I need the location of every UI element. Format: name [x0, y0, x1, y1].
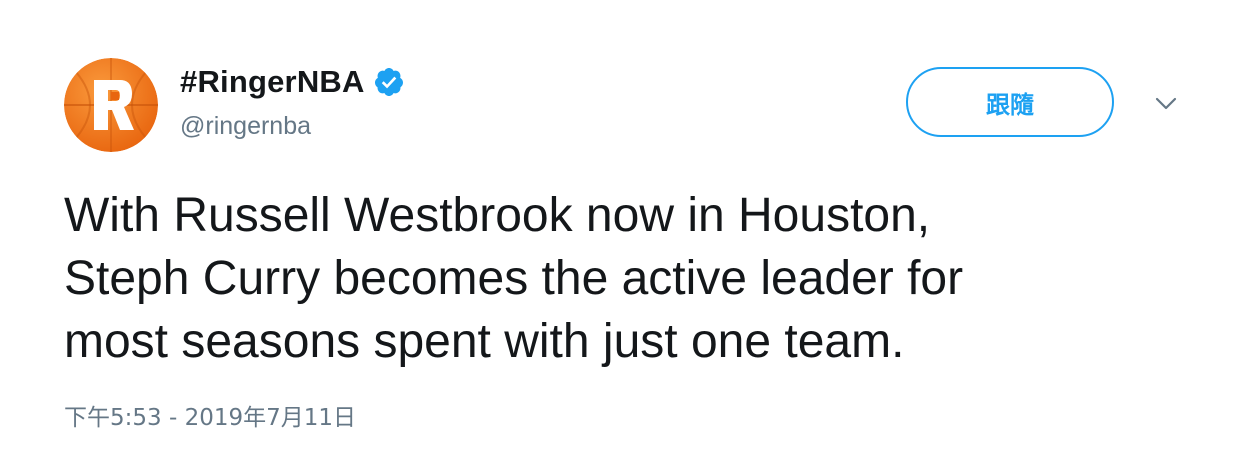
verified-badge-icon: [374, 68, 403, 96]
chevron-down-icon[interactable]: [1154, 93, 1178, 113]
tweet-timestamp[interactable]: 下午5:53 - 2019年7月11日: [64, 398, 356, 432]
user-handle[interactable]: @ringernba: [180, 112, 405, 141]
follow-button[interactable]: 跟隨: [906, 67, 1114, 137]
avatar[interactable]: [64, 58, 158, 152]
user-info: #RingerNBA @ringernba: [180, 62, 405, 141]
display-name[interactable]: #RingerNBA: [180, 64, 365, 100]
tweet-text: With Russell Westbrook now in Houston, S…: [64, 189, 964, 368]
tweet-card: #RingerNBA @ringernba 跟隨 With Russell We…: [0, 0, 1248, 450]
ringer-logo-icon: [64, 58, 158, 152]
display-name-row: #RingerNBA: [180, 62, 405, 102]
